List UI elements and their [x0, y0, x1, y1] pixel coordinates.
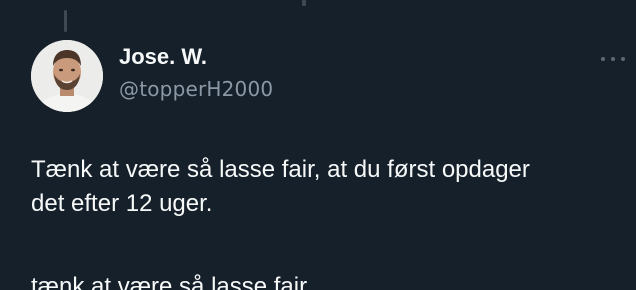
profile-photo-icon — [31, 40, 103, 112]
tweet-text: Tænk at være så lasse fair, at du først … — [31, 156, 530, 217]
author-handle[interactable]: @topperH2000 — [119, 75, 273, 103]
avatar[interactable] — [31, 40, 103, 112]
tweet-author[interactable]: Jose. W. @topperH2000 — [119, 43, 273, 103]
more-dot — [611, 57, 615, 61]
thread-connector-line — [64, 10, 67, 32]
more-dot — [601, 57, 605, 61]
more-dot — [621, 57, 625, 61]
more-options-icon[interactable] — [601, 55, 625, 63]
tweet-text-partial-line: tænk at være så lasse fair — [31, 273, 308, 290]
author-display-name[interactable]: Jose. W. — [119, 43, 273, 71]
thread-connector-mark — [302, 0, 306, 6]
